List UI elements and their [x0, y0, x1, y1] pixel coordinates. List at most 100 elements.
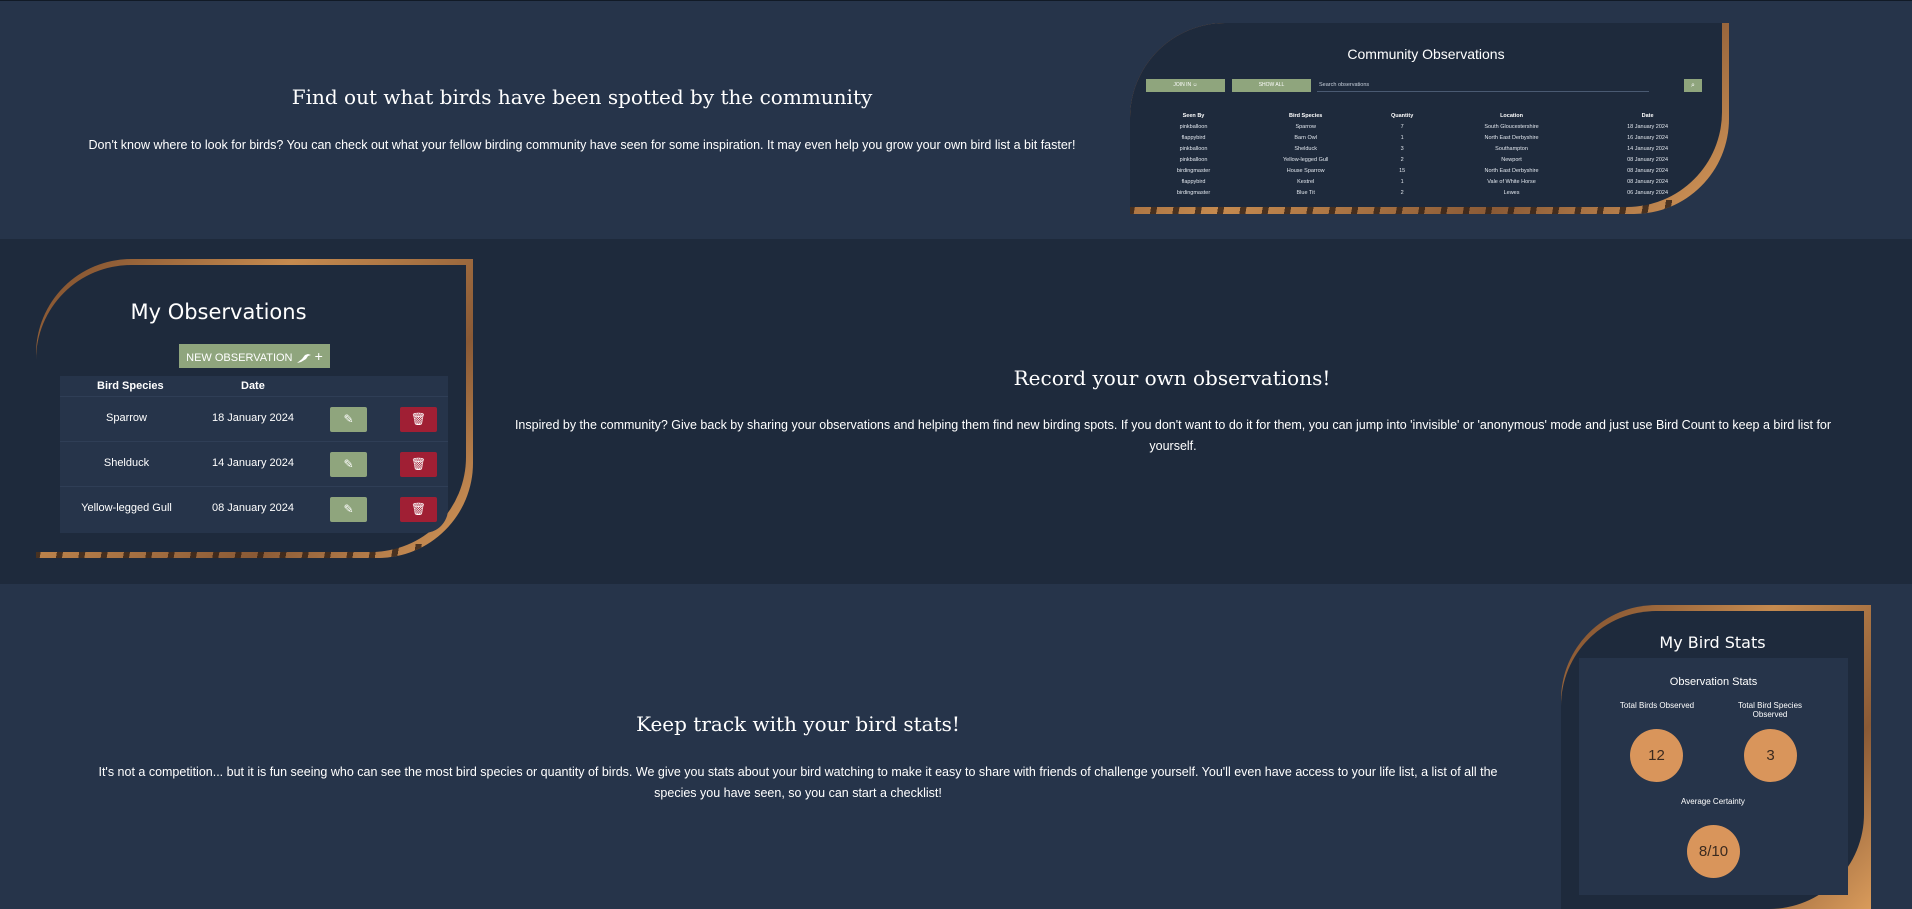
species-cell: Shelduck — [1294, 145, 1317, 152]
trash-icon: 🗑︎ — [410, 502, 427, 516]
pencil-icon: ✎ — [343, 502, 354, 516]
date-cell: 06 January 2024 — [1627, 189, 1669, 196]
column-header-seen-by[interactable]: Seen By — [1146, 111, 1241, 121]
pencil-icon: ✎ — [343, 412, 354, 426]
table-row: flappybird Kestrel 1 Vale of White Horse… — [1146, 176, 1706, 187]
date-cell: 14 January 2024 — [212, 457, 294, 469]
column-header-quantity[interactable]: Quantity — [1370, 111, 1434, 121]
total-species-value: 3 — [1744, 729, 1797, 782]
species-cell: Shelduck — [103, 457, 150, 469]
record-description: Inspired by the community? Give back by … — [514, 418, 1832, 453]
show-all-button[interactable]: SHOW ALL — [1232, 79, 1311, 92]
seen-by-cell: pinkballoon — [1179, 145, 1208, 152]
column-header-date: Date — [241, 380, 265, 392]
community-description: Don't know where to look for birds? You … — [88, 138, 1076, 152]
species-cell: Yellow-legged Gull — [81, 502, 172, 514]
table-row: birdingmaster Blue Tit 2 Lewes 06 Januar… — [1146, 187, 1706, 198]
stats-description: It's not a competition... but it is fun … — [98, 765, 1498, 800]
seen-by-cell: flappybird — [1181, 134, 1206, 141]
location-cell: Vale of White Horse — [1487, 178, 1536, 185]
column-header-bird-species[interactable]: Bird Species — [1241, 111, 1370, 121]
quantity-cell: 2 — [1400, 189, 1404, 196]
seen-by-cell: pinkballoon — [1179, 156, 1208, 163]
date-cell: 08 January 2024 — [1627, 156, 1669, 163]
species-cell: Barn Owl — [1294, 134, 1317, 141]
table-row: pinkballoon Yellow-legged Gull 2 Newport… — [1146, 154, 1706, 165]
location-cell: North East Derbyshire — [1484, 134, 1539, 141]
delete-button[interactable]: 🗑︎ — [400, 407, 437, 432]
seen-by-cell: birdingmaster — [1176, 189, 1211, 196]
delete-button[interactable]: 🗑︎ — [400, 452, 437, 477]
table-row: flappybird Barn Owl 1 North East Derbysh… — [1146, 132, 1706, 143]
column-header-location[interactable]: Location — [1434, 111, 1589, 121]
date-cell: 08 January 2024 — [1627, 167, 1669, 174]
location-cell: Newport — [1501, 156, 1522, 163]
stats-card-title: My Bird Stats — [1659, 633, 1766, 652]
seen-by-cell: flappybird — [1181, 178, 1206, 185]
record-heading: Record your own observations! — [1013, 366, 1331, 390]
edit-button[interactable]: ✎ — [330, 497, 367, 522]
community-card-title: Community Observations — [1347, 46, 1505, 62]
add-user-icon: ☺ — [1192, 82, 1198, 88]
average-certainty-label: Average Certainty — [1681, 797, 1745, 806]
observation-stats-subtitle: Observation Stats — [1669, 676, 1758, 688]
species-cell: Kestrel — [1297, 178, 1315, 185]
community-card-frame: Community Observations JOIN IN ☺ SHOW AL… — [1130, 23, 1729, 214]
join-in-label: JOIN IN — [1173, 82, 1192, 88]
quantity-cell: 1 — [1400, 178, 1404, 185]
search-icon: ⌕ — [1691, 82, 1695, 89]
average-certainty-value: 8/10 — [1687, 825, 1740, 878]
location-cell: Lewes — [1503, 189, 1520, 196]
table-row: Yellow-legged Gull 08 January 2024 ✎ 🗑︎ — [60, 486, 448, 531]
table-row: Shelduck 14 January 2024 ✎ 🗑︎ — [60, 441, 448, 486]
table-row: birdingmaster House Sparrow 15 North Eas… — [1146, 165, 1706, 176]
community-table-header: Seen By Bird Species Quantity Location D… — [1146, 111, 1706, 121]
quantity-cell: 2 — [1400, 156, 1404, 163]
new-observation-label: NEW OBSERVATION — [186, 352, 293, 364]
quantity-cell: 3 — [1400, 145, 1404, 152]
table-row: pinkballoon Shelduck 3 Southampton 14 Ja… — [1146, 143, 1706, 154]
date-cell: 18 January 2024 — [1627, 123, 1669, 130]
community-observations-card: Community Observations JOIN IN ☺ SHOW AL… — [1130, 23, 1722, 207]
quantity-cell: 7 — [1400, 123, 1404, 130]
edit-button[interactable]: ✎ — [330, 452, 367, 477]
my-observations-table: Bird Species Date Sparrow 18 January 202… — [60, 376, 448, 533]
table-row: pinkballoon Sparrow 7 South Gloucestersh… — [1146, 121, 1706, 132]
table-row: Sparrow 18 January 2024 ✎ 🗑︎ — [60, 396, 448, 441]
date-cell: 14 January 2024 — [1627, 145, 1669, 152]
community-heading: Find out what birds have been spotted by… — [291, 85, 873, 109]
pencil-icon: ✎ — [343, 457, 354, 471]
species-cell: Blue Tit — [1296, 189, 1315, 196]
species-cell: Yellow-legged Gull — [1283, 156, 1329, 163]
species-cell: Sparrow — [106, 412, 147, 424]
seen-by-cell: pinkballoon — [1179, 123, 1208, 130]
date-cell: 16 January 2024 — [1627, 134, 1669, 141]
total-birds-value: 12 — [1630, 729, 1683, 782]
date-cell: 08 January 2024 — [1627, 178, 1669, 185]
species-cell: House Sparrow — [1286, 167, 1325, 174]
species-cell: Sparrow — [1295, 123, 1316, 130]
location-cell: North East Derbyshire — [1484, 167, 1539, 174]
date-cell: 18 January 2024 — [212, 412, 294, 424]
quantity-cell: 1 — [1400, 134, 1404, 141]
join-in-button[interactable]: JOIN IN ☺ — [1146, 79, 1225, 92]
stats-heading: Keep track with your bird stats! — [636, 712, 960, 736]
community-section: Find out what birds have been spotted by… — [0, 0, 1912, 239]
edit-button[interactable]: ✎ — [330, 407, 367, 432]
trash-icon: 🗑︎ — [410, 412, 427, 426]
trash-icon: 🗑︎ — [410, 457, 427, 471]
plus-icon: + — [314, 348, 323, 364]
column-header-date[interactable]: Date — [1589, 111, 1706, 121]
delete-button[interactable]: 🗑︎ — [400, 497, 437, 522]
my-observations-title: My Observations — [130, 300, 307, 324]
date-cell: 08 January 2024 — [212, 502, 294, 514]
total-species-label: Total Bird Species Observed — [1737, 701, 1803, 719]
search-button[interactable]: ⌕ — [1684, 79, 1702, 92]
search-input[interactable]: Search observations — [1317, 79, 1649, 92]
new-observation-button[interactable]: NEW OBSERVATION + — [179, 344, 330, 368]
bird-icon — [296, 352, 315, 364]
total-birds-label: Total Birds Observed — [1619, 701, 1695, 710]
location-cell: Southampton — [1495, 145, 1528, 152]
column-header-bird-species: Bird Species — [97, 380, 164, 392]
quantity-cell: 15 — [1399, 167, 1406, 174]
